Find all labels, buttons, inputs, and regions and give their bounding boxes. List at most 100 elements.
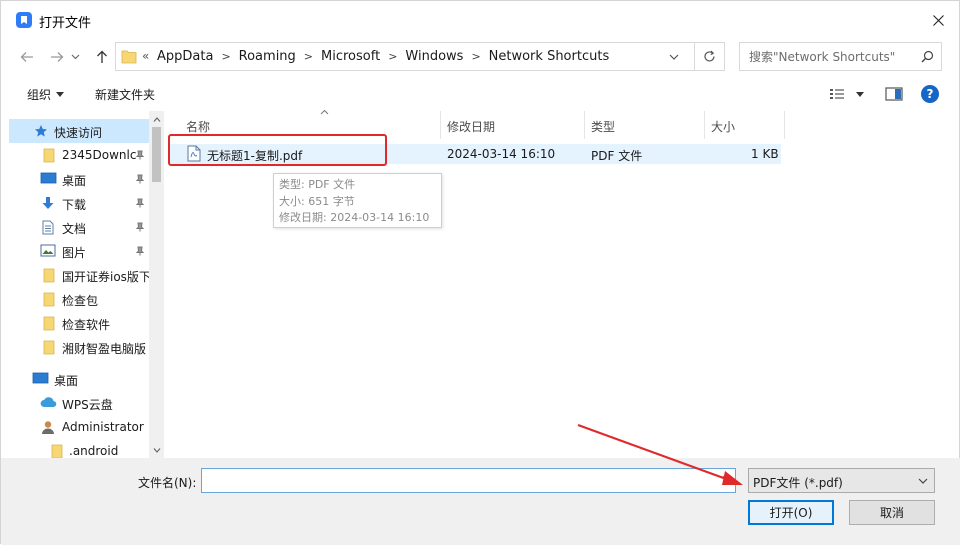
star-icon	[35, 125, 47, 137]
sidebar-item-check-package[interactable]: 检查包	[9, 287, 149, 311]
folder-icon	[121, 50, 137, 64]
filename-input[interactable]	[201, 468, 736, 493]
crumb-windows[interactable]: Windows	[405, 49, 463, 64]
sidebar-item-android[interactable]: .android	[9, 439, 149, 458]
column-header-label: 修改日期	[447, 120, 496, 134]
chevron-down-icon	[153, 447, 160, 453]
desktop-icon	[32, 372, 49, 384]
sidebar-item-xiangcai-folder[interactable]: 湘财智盈电脑版	[9, 335, 149, 359]
close-button[interactable]	[915, 1, 960, 39]
search-box[interactable]	[739, 42, 942, 71]
cloud-icon	[40, 397, 57, 408]
pin-icon	[136, 174, 144, 184]
dialog-footer: 文件名(N): PDF文件 (*.pdf) 打开(O) 取消	[1, 458, 960, 545]
download-icon	[42, 197, 54, 209]
tooltip-size: 大小: 651 字节	[279, 194, 355, 208]
file-name[interactable]: 无标题1-复制.pdf	[207, 147, 302, 164]
sidebar-item-administrator[interactable]: Administrator	[9, 415, 149, 439]
up-button[interactable]	[90, 45, 114, 69]
new-folder-button[interactable]: 新建文件夹	[95, 86, 155, 103]
sidebar-item-documents[interactable]: 文档	[9, 215, 149, 239]
folder-icon	[43, 292, 55, 307]
preview-pane-icon[interactable]	[885, 86, 903, 102]
column-headers: 名称 修改日期 类型 大小	[165, 109, 785, 139]
scroll-down-button[interactable]	[149, 442, 164, 458]
sidebar-item-label: 国开证券ios版下	[62, 270, 151, 284]
open-button[interactable]: 打开(O)	[748, 500, 834, 525]
view-details-icon[interactable]	[829, 86, 845, 102]
file-tooltip: 类型: PDF 文件 大小: 651 字节 修改日期: 2024-03-14 1…	[273, 173, 442, 228]
crumb-microsoft[interactable]: Microsoft	[321, 49, 380, 64]
sidebar-item-label: 文档	[62, 222, 87, 236]
arrow-left-icon	[20, 52, 33, 62]
address-dropdown-button[interactable]	[664, 47, 684, 67]
sidebar-item-2345downloads[interactable]: 2345Downlc	[9, 143, 149, 167]
caret-down-icon[interactable]	[856, 92, 864, 97]
crumb-separator[interactable]: >	[221, 50, 230, 63]
folder-icon	[43, 148, 55, 163]
sidebar-item-wps-cloud[interactable]: WPS云盘	[9, 391, 149, 415]
file-list: 名称 修改日期 类型 大小 无标题1-复制.pdf 2024-03-14 16:…	[165, 109, 950, 458]
refresh-icon	[704, 50, 715, 62]
sidebar-item-guokai-folder[interactable]: 国开证券ios版下	[9, 263, 151, 287]
sidebar-item-downloads[interactable]: 下载	[9, 191, 149, 215]
chevron-down-icon	[71, 54, 79, 60]
navigation-pane: 快速访问 2345Downlc 桌面 下载 文档 图片 国开证券ios版下 检查…	[9, 111, 164, 458]
pin-icon	[136, 222, 144, 232]
crumb-separator[interactable]: >	[304, 50, 313, 63]
sidebar-item-label: 下载	[62, 198, 87, 212]
sidebar-item-label: WPS云盘	[62, 398, 113, 412]
picture-icon	[40, 244, 56, 257]
window-title: 打开文件	[39, 16, 92, 31]
scroll-thumb[interactable]	[152, 127, 161, 182]
tooltip-date: 修改日期: 2024-03-14 16:10	[279, 211, 430, 224]
cancel-button[interactable]: 取消	[849, 500, 935, 525]
sidebar-item-desktop-root[interactable]: 桌面	[9, 367, 149, 391]
sidebar-item-label: 桌面	[62, 174, 87, 188]
column-header-type[interactable]: 类型	[585, 111, 705, 139]
table-row[interactable]: 无标题1-复制.pdf 2024-03-14 16:10 PDF 文件 1 KB	[169, 144, 781, 164]
chevron-down-icon	[669, 54, 679, 60]
app-icon	[16, 12, 32, 28]
crumb-separator[interactable]: >	[471, 50, 480, 63]
help-icon[interactable]: ?	[921, 85, 939, 103]
sidebar-item-desktop[interactable]: 桌面	[9, 167, 149, 191]
pin-icon	[136, 246, 144, 256]
chevron-down-icon	[918, 478, 928, 484]
crumb-appdata[interactable]: AppData	[157, 49, 213, 64]
sidebar-item-quick-access[interactable]: 快速访问	[9, 119, 149, 143]
overflow-chevron[interactable]: «	[142, 49, 149, 63]
caret-down-icon[interactable]	[56, 92, 64, 97]
command-bar: 组织 新建文件夹	[1, 79, 960, 109]
folder-icon	[43, 268, 55, 283]
sidebar-item-label: 快速访问	[54, 126, 103, 140]
organize-button[interactable]: 组织	[27, 86, 51, 103]
pin-icon	[136, 150, 144, 160]
search-icon	[921, 50, 934, 63]
search-input[interactable]	[740, 43, 916, 70]
sidebar-item-label: 2345Downlc	[62, 148, 137, 162]
column-header-size[interactable]: 大小	[705, 111, 785, 139]
column-header-modified[interactable]: 修改日期	[441, 111, 585, 139]
scroll-up-button[interactable]	[149, 111, 164, 127]
column-header-label: 名称	[186, 120, 211, 134]
crumb-network-shortcuts[interactable]: Network Shortcuts	[489, 49, 610, 64]
sidebar-item-pictures[interactable]: 图片	[9, 239, 149, 263]
sidebar-item-label: 湘财智盈电脑版	[62, 342, 147, 356]
filename-label: 文件名(N):	[138, 476, 197, 490]
refresh-button[interactable]	[695, 42, 725, 71]
navigation-scrollbar[interactable]	[149, 111, 164, 458]
document-icon	[42, 220, 54, 235]
address-bar[interactable]: « AppData > Roaming > Microsoft > Window…	[115, 42, 695, 71]
crumb-roaming[interactable]: Roaming	[239, 49, 296, 64]
sidebar-item-check-software[interactable]: 检查软件	[9, 311, 149, 335]
file-size: 1 KB	[751, 147, 779, 161]
file-type-filter-select[interactable]: PDF文件 (*.pdf)	[748, 468, 935, 493]
back-button[interactable]	[15, 45, 39, 69]
forward-button[interactable]	[45, 45, 69, 69]
column-header-name[interactable]: 名称	[180, 109, 441, 139]
pin-icon	[136, 198, 144, 208]
crumb-separator[interactable]: >	[388, 50, 397, 63]
folder-icon	[51, 444, 63, 458]
recent-locations-button[interactable]	[68, 45, 82, 69]
